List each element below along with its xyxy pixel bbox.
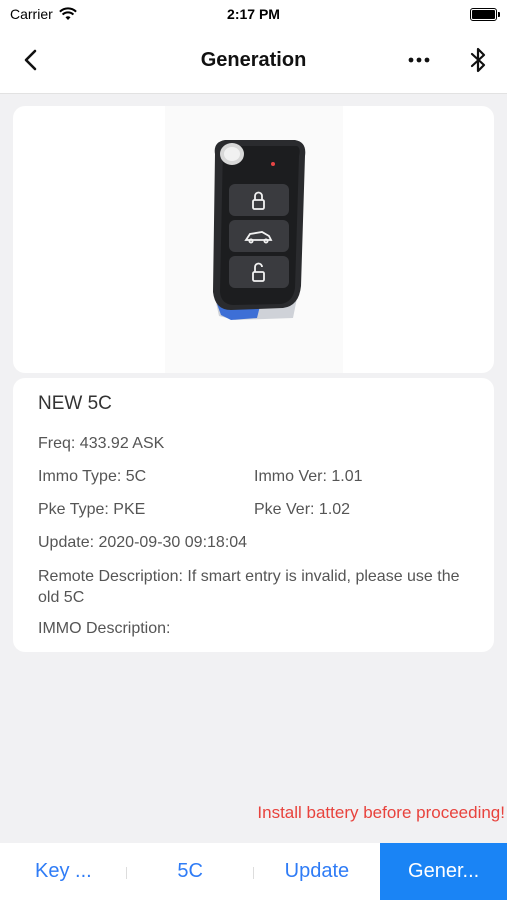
key-image-card xyxy=(13,106,494,373)
frequency-label: Freq: 433.92 ASK xyxy=(38,435,165,452)
immo-description: IMMO Description: xyxy=(38,620,171,637)
battery-warning: Install battery before proceeding! xyxy=(257,803,505,822)
key-button[interactable]: Key ... xyxy=(0,843,127,900)
key-info-card: NEW 5C Freq: 433.92 ASK Immo Type: 5C Im… xyxy=(13,378,494,652)
immo-version-label: Immo Ver: 1.01 xyxy=(254,468,363,485)
battery-icon xyxy=(470,7,500,21)
pke-type-label: Pke Type: PKE xyxy=(38,501,146,518)
chip-button[interactable]: 5C xyxy=(127,843,254,900)
navigation-bar: Generation xyxy=(0,28,507,94)
key-name: NEW 5C xyxy=(38,393,112,414)
immo-type-label: Immo Type: 5C xyxy=(38,468,147,485)
update-date-label: Update: 2020-09-30 09:18:04 xyxy=(38,534,248,551)
carrier-label: Carrier xyxy=(10,6,53,22)
bluetooth-icon[interactable] xyxy=(465,45,491,75)
ellipsis-icon[interactable] xyxy=(404,47,434,73)
generate-button[interactable]: Gener... xyxy=(380,843,507,900)
page-title: Generation xyxy=(200,49,307,71)
pke-version-label: Pke Ver: 1.02 xyxy=(254,501,351,518)
update-button[interactable]: Update xyxy=(254,843,381,900)
bottom-action-bar: Key ... 5C Update Gener... xyxy=(0,843,507,900)
remote-description: Remote Description: If smart entry is in… xyxy=(38,568,460,606)
status-bar: Carrier 2:17 PM xyxy=(0,0,507,28)
car-key-fob-photo xyxy=(165,106,343,373)
wifi-icon xyxy=(58,7,77,20)
chevron-left-icon[interactable] xyxy=(18,47,44,73)
carrier-group: Carrier xyxy=(10,6,77,22)
